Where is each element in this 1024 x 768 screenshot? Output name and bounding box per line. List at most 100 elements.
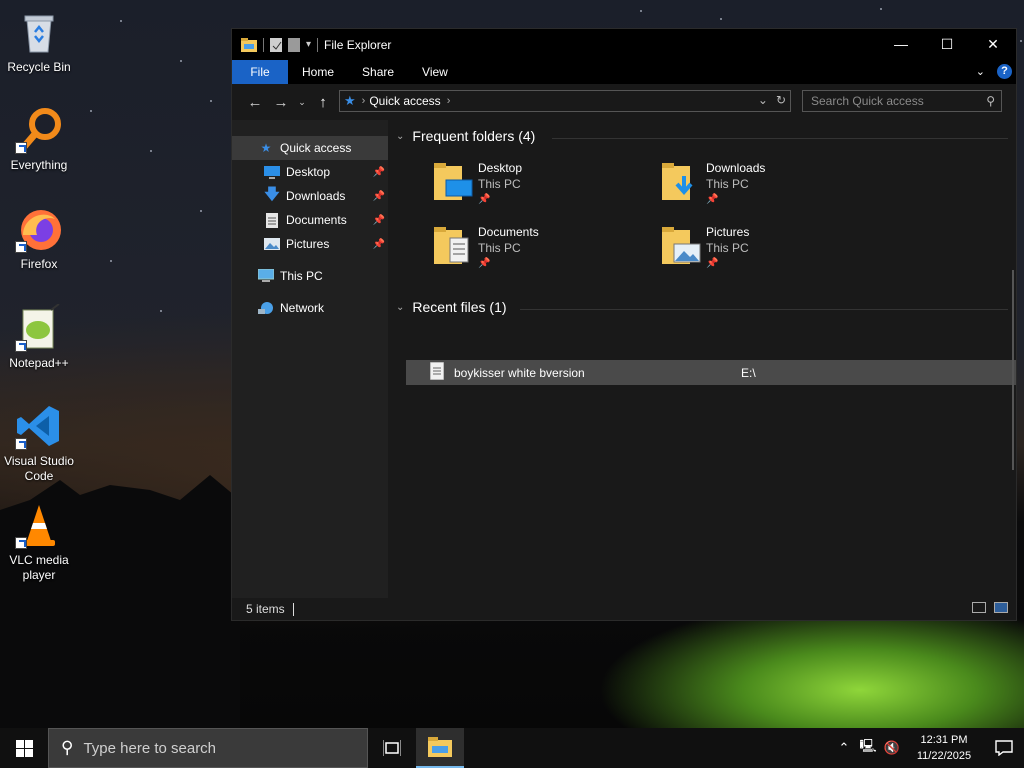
up-button[interactable]: ↑ [310,89,336,115]
sidebar-item-documents[interactable]: Documents 📌 [232,208,388,232]
title-bar[interactable]: ▾ File Explorer — ☐ ✕ [232,29,1016,60]
sidebar-item-label: Pictures [286,237,330,251]
desktop-icon-recycle-bin[interactable]: Recycle Bin [2,8,76,75]
search-icon: ⚲ [61,738,74,757]
desktop-icon-label: Recycle Bin [7,60,71,74]
recent-file-name: boykisser white bversion [454,365,585,380]
action-center-button[interactable] [984,728,1024,768]
downloads-folder-icon [660,160,704,208]
recent-file-row[interactable]: boykisser white bversion E:\ [406,360,1016,385]
show-hidden-icons-chevron-icon[interactable]: ⌃ [832,740,856,756]
address-bar[interactable]: ★ › Quick access › ⌄ ↻ [339,90,791,112]
sidebar-item-this-pc[interactable]: This PC [232,264,388,288]
pin-icon: 📌 [706,258,719,269]
forward-button[interactable]: → [268,89,294,115]
frequent-folders-header[interactable]: ⌄ Frequent folders (4) [396,128,535,144]
section-divider [520,309,1008,310]
pin-icon: 📌 [478,258,491,269]
window-controls: — ☐ ✕ [878,29,1016,59]
sidebar-item-desktop[interactable]: Desktop 📌 [232,160,388,184]
recent-files-header[interactable]: ⌄ Recent files (1) [396,299,507,315]
explorer-body: ★ Quick access Desktop 📌 🡇 Downloads 📌 D… [232,120,1016,598]
recycle-bin-icon [15,8,63,56]
folder-tile-desktop[interactable]: Desktop This PC 📌 [432,160,652,216]
sidebar-item-downloads[interactable]: 🡇 Downloads 📌 [232,184,388,208]
search-input[interactable]: Search Quick access ⚲ [802,90,1002,112]
taskbar-search-box[interactable]: ⚲ Type here to search [48,728,368,768]
folder-location: This PC [478,241,521,255]
breadcrumb-chevron-icon[interactable]: › [447,95,451,107]
search-icon: ⚲ [986,94,995,108]
folder-tile-downloads[interactable]: Downloads This PC 📌 [660,160,880,216]
desktop-icon-label: Everything [10,158,68,172]
file-explorer-window[interactable]: ▾ File Explorer — ☐ ✕ File Home Share Vi… [231,28,1017,621]
recent-locations-chevron-icon[interactable]: ⌄ [294,89,310,115]
download-icon: 🡇 [264,185,280,203]
tab-view[interactable]: View [408,60,462,84]
pin-icon: 📌 [372,166,385,178]
properties-icon[interactable] [270,37,282,52]
expand-ribbon-chevron-icon[interactable]: ⌄ [976,65,985,78]
close-button[interactable]: ✕ [970,29,1016,59]
windows-logo-icon [15,739,33,757]
folder-tile-pictures[interactable]: Pictures This PC 📌 [660,224,880,280]
sidebar-item-network[interactable]: Network [232,296,388,320]
star-icon: ★ [260,141,272,155]
sidebar-item-label: Network [280,301,325,315]
folder-location: This PC [706,241,749,255]
notification-icon [995,740,1013,756]
minimize-button[interactable]: — [878,29,924,59]
computer-icon [258,268,274,284]
vertical-scrollbar[interactable] [1008,120,1016,598]
desktop-icon-everything[interactable]: Everything [2,106,76,173]
network-status-icon[interactable]: 🖳 [856,737,880,759]
scrollbar-thumb[interactable] [1012,270,1014,470]
collapse-chevron-icon[interactable]: ⌄ [396,131,404,142]
help-icon[interactable]: ? [997,64,1012,79]
view-toggle [972,602,1008,613]
desktop-icon-firefox[interactable]: Firefox [2,205,76,272]
maximize-button[interactable]: ☐ [924,29,970,59]
item-count: 5 items [246,602,285,616]
desktop-icon-notepadpp[interactable]: Notepad++ [2,303,76,371]
new-folder-icon[interactable] [288,37,300,52]
refresh-icon[interactable]: ↻ [776,93,786,107]
back-button[interactable]: ← [242,89,268,115]
tab-file[interactable]: File [232,60,288,84]
clock[interactable]: 12:31 PM 11/22/2025 [908,732,980,764]
tab-home[interactable]: Home [288,60,348,84]
folder-name: Documents [478,225,539,239]
documents-icon [264,212,280,228]
network-icon [258,300,274,316]
large-icons-view-icon[interactable] [994,602,1008,613]
folder-tile-documents[interactable]: Documents This PC 📌 [432,224,652,280]
breadcrumb-chevron-icon[interactable]: › [362,95,366,107]
vscode-icon [15,402,63,450]
desktop-icon-label: Firefox [20,257,58,271]
start-button[interactable] [0,728,48,768]
details-view-icon[interactable] [972,602,986,613]
customize-toolbar-chevron-icon[interactable]: ▾ [306,39,311,50]
sidebar-item-quick-access[interactable]: ★ Quick access [232,136,388,160]
vlc-cone-icon [15,501,63,549]
collapse-chevron-icon[interactable]: ⌄ [396,302,404,313]
folder-name: Pictures [706,225,750,239]
address-dropdown-chevron-icon[interactable]: ⌄ [758,93,768,107]
task-view-button[interactable] [368,728,416,768]
navigation-pane: ★ Quick access Desktop 📌 🡇 Downloads 📌 D… [232,120,388,598]
desktop-folder-icon [432,160,476,208]
breadcrumb-quick-access[interactable]: Quick access [369,94,440,108]
sidebar-item-label: Quick access [280,141,352,155]
sidebar-item-label: Desktop [286,165,331,179]
explorer-folder-icon [241,37,257,52]
pin-icon: 📌 [372,214,385,226]
desktop-icon-vscode[interactable]: Visual Studio Code [2,402,76,484]
tab-share[interactable]: Share [348,60,408,84]
firefox-icon [15,205,63,253]
recent-file-location: E:\ [741,365,756,380]
volume-muted-icon[interactable]: 🔇 [880,740,904,756]
section-title: Recent files (1) [412,299,507,315]
sidebar-item-pictures[interactable]: Pictures 📌 [232,232,388,256]
taskbar-file-explorer[interactable] [416,728,464,768]
desktop-icon-vlc[interactable]: VLC media player [2,501,76,583]
